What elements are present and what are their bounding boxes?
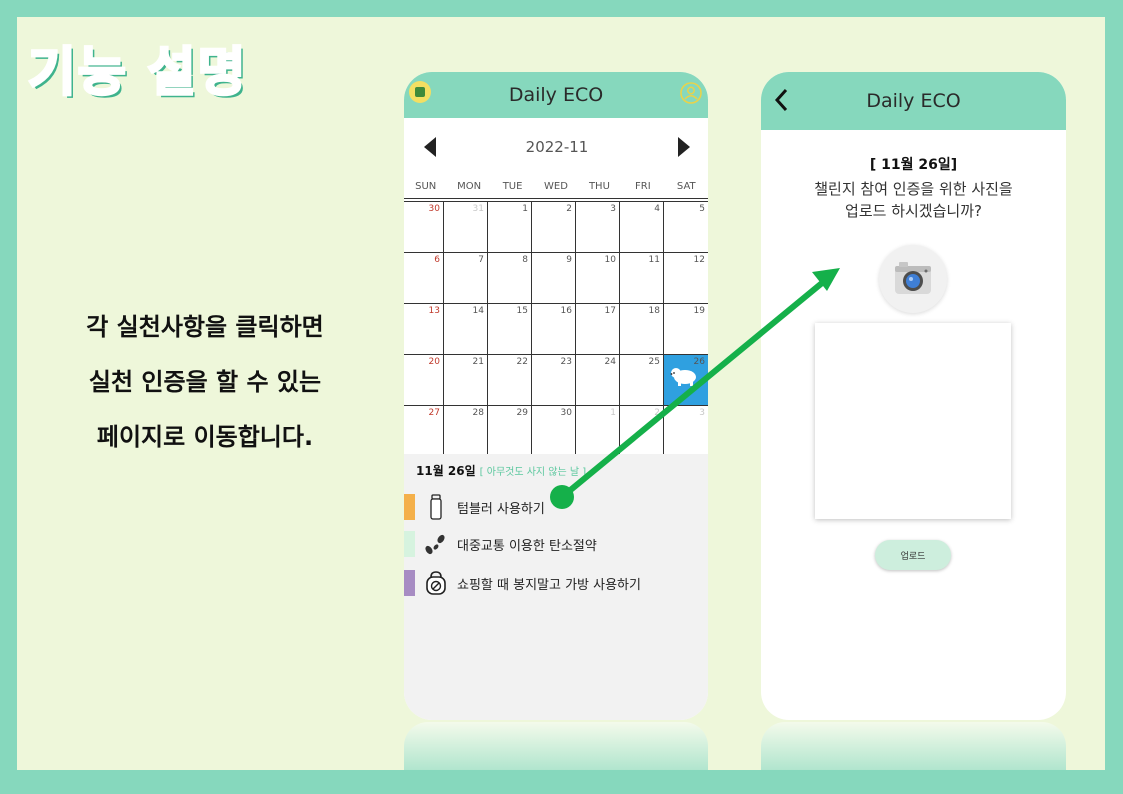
calendar-day[interactable]: 21 xyxy=(444,355,488,406)
weekday-header: SUN MON TUE WED THU FRI SAT xyxy=(404,176,708,199)
calendar-day[interactable]: 3 xyxy=(664,406,708,457)
calendar-day[interactable]: 8 xyxy=(488,253,532,304)
calendar-day[interactable]: 27 xyxy=(404,406,444,457)
calendar-day[interactable]: 30 xyxy=(532,406,576,457)
month-navigation: 2022-11 xyxy=(404,118,708,176)
camera-button[interactable] xyxy=(879,245,947,313)
calendar-day[interactable]: 2 xyxy=(532,202,576,253)
calendar-day[interactable]: 23 xyxy=(532,355,576,406)
next-month-button[interactable] xyxy=(678,137,690,157)
camera-icon xyxy=(895,262,931,294)
calendar-day[interactable]: 28 xyxy=(444,406,488,457)
weekday-label: WED xyxy=(544,181,568,192)
calendar-day[interactable]: 19 xyxy=(664,304,708,355)
calendar-day[interactable]: 30 xyxy=(404,202,444,253)
calendar-day[interactable]: 13 xyxy=(404,304,444,355)
app-title: Daily ECO xyxy=(866,90,961,112)
calendar-day[interactable]: 29 xyxy=(488,406,532,457)
selected-date-label: 11월 26일 xyxy=(416,464,476,478)
weekday-label: MON xyxy=(457,181,482,192)
calendar-day[interactable]: 31 xyxy=(444,202,488,253)
app-header: Daily ECO xyxy=(404,72,708,118)
upload-date: [ 11월 26일] xyxy=(869,157,958,173)
calendar-day[interactable]: 7 xyxy=(444,253,488,304)
description-line-2: 실천 인증을 할 수 있는 xyxy=(88,368,322,396)
calendar-day[interactable]: 24 xyxy=(576,355,620,406)
app-header: Daily ECO xyxy=(761,72,1066,130)
daily-task-panel: 11월 26일[ 아무것도 사지 않는 날 ] 텀블러 사용하기 대중교통 이용… xyxy=(404,454,708,720)
weekday-label: SUN xyxy=(415,181,437,192)
upload-question-line-2: 업로드 하시겠습니까? xyxy=(845,202,982,220)
calendar-day[interactable]: 12 xyxy=(664,253,708,304)
description-line-3: 페이지로 이동합니다. xyxy=(96,423,314,451)
footsteps-icon xyxy=(423,531,449,557)
task-color-bar xyxy=(404,531,415,557)
calendar-day[interactable]: 14 xyxy=(444,304,488,355)
calendar-day[interactable]: 20 xyxy=(404,355,444,406)
task-item-bag[interactable]: 쇼핑할 때 봉지말고 가방 사용하기 xyxy=(404,570,641,596)
back-arrow-icon[interactable] xyxy=(773,86,789,114)
prev-month-button[interactable] xyxy=(424,137,436,157)
upload-button[interactable]: 업로드 xyxy=(875,540,951,570)
app-logo-icon[interactable] xyxy=(409,81,431,103)
weekday-label: THU xyxy=(588,181,610,192)
calendar-day[interactable]: 10 xyxy=(576,253,620,304)
calendar-day[interactable]: 25 xyxy=(620,355,664,406)
description-line-1: 각 실천사항을 클릭하면 xyxy=(86,313,324,341)
photo-preview-area[interactable] xyxy=(815,323,1011,519)
calendar-day[interactable]: 17 xyxy=(576,304,620,355)
calendar-day[interactable]: 2 xyxy=(620,406,664,457)
calendar-grid: 30 31 1 2 3 4 5 6 7 8 9 10 11 12 13 14 1… xyxy=(404,201,708,457)
calendar-day[interactable]: 22 xyxy=(488,355,532,406)
weekday-label: TUE xyxy=(502,181,523,192)
task-color-bar xyxy=(404,494,415,520)
calendar-day[interactable]: 16 xyxy=(532,304,576,355)
task-label: 텀블러 사용하기 xyxy=(457,501,545,517)
polar-bear-icon xyxy=(670,368,696,386)
calendar-day[interactable]: 6 xyxy=(404,253,444,304)
upload-question-line-1: 챌린지 참여 인증을 위한 사진을 xyxy=(814,180,1013,198)
selected-date-note: [ 아무것도 사지 않는 날 ] xyxy=(479,467,587,478)
weekday-label: SAT xyxy=(676,181,696,192)
app-title: Daily ECO xyxy=(508,84,604,106)
slide-description: 각 실천사항을 클릭하면 실천 인증을 할 수 있는 페이지로 이동합니다. xyxy=(40,300,370,465)
task-item-tumbler[interactable]: 텀블러 사용하기 xyxy=(404,494,545,520)
weekday-label: FRI xyxy=(635,181,651,192)
calendar-day[interactable]: 9 xyxy=(532,253,576,304)
calendar-day[interactable]: 18 xyxy=(620,304,664,355)
calendar-day[interactable]: 11 xyxy=(620,253,664,304)
user-profile-icon[interactable] xyxy=(680,82,702,104)
calendar-day[interactable]: 1 xyxy=(488,202,532,253)
tumbler-icon xyxy=(423,494,449,520)
phone-reflection xyxy=(761,722,1066,770)
task-label: 대중교통 이용한 탄소절약 xyxy=(457,538,597,554)
calendar-day[interactable]: 1 xyxy=(576,406,620,457)
upload-phone-screen: Daily ECO [ 11월 26일] 챌린지 참여 인증을 위한 사진을 업… xyxy=(761,72,1066,720)
selected-date: 11월 26일[ 아무것도 사지 않는 날 ] xyxy=(416,462,586,479)
calendar-day[interactable]: 4 xyxy=(620,202,664,253)
phone-reflection xyxy=(404,722,708,770)
calendar-day[interactable]: 5 xyxy=(664,202,708,253)
calendar-phone-screen: Daily ECO 2022-11 SUN MON TUE WED THU FR… xyxy=(404,72,708,720)
task-item-transit[interactable]: 대중교통 이용한 탄소절약 xyxy=(404,531,597,557)
calendar-day[interactable]: 15 xyxy=(488,304,532,355)
calendar-day[interactable]: 3 xyxy=(576,202,620,253)
bag-icon xyxy=(423,570,449,596)
task-color-bar xyxy=(404,570,415,596)
month-label: 2022-11 xyxy=(525,138,589,156)
calendar-day-selected[interactable]: 26 xyxy=(664,355,708,406)
slide-title: 기능 설명 xyxy=(26,42,248,105)
task-label: 쇼핑할 때 봉지말고 가방 사용하기 xyxy=(457,577,641,593)
